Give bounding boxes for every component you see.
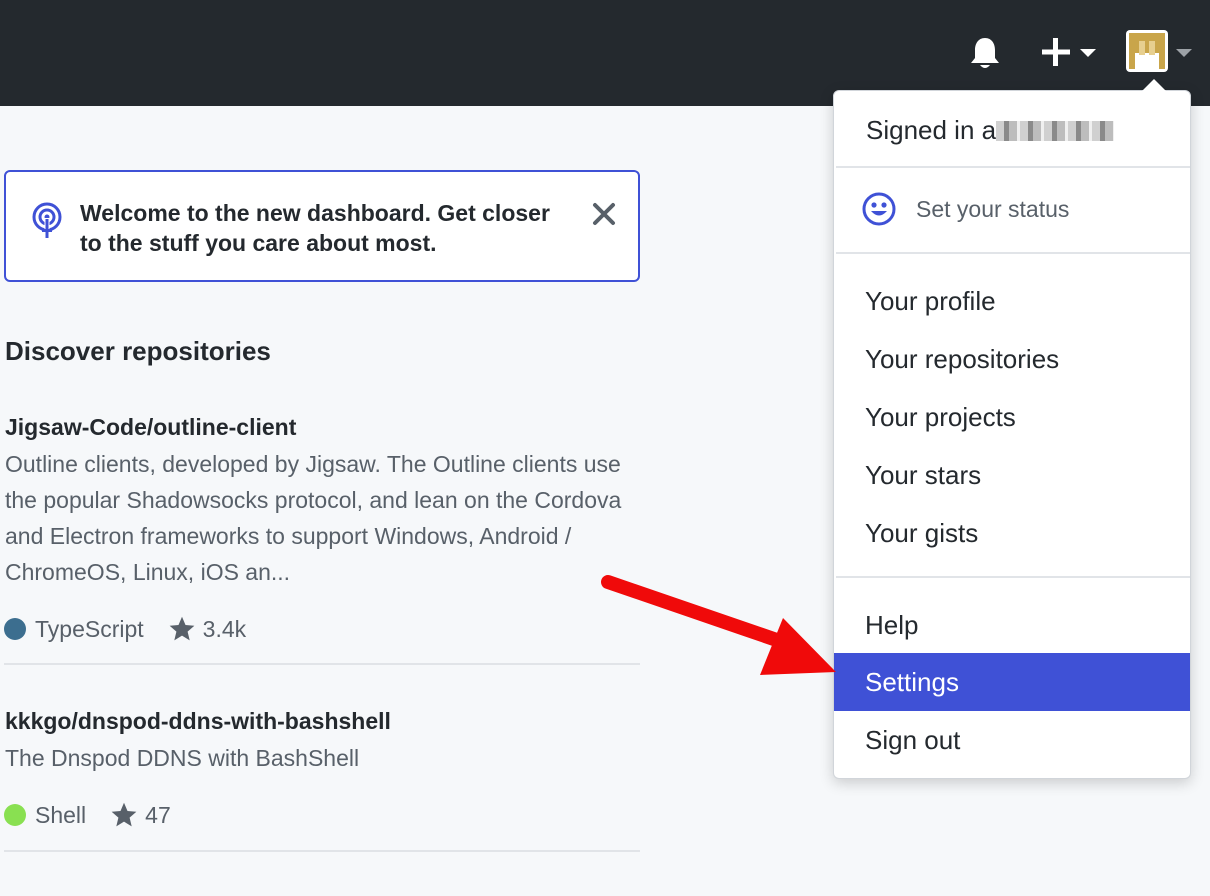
- set-status-label: Set your status: [916, 195, 1070, 222]
- star-icon: [169, 616, 195, 641]
- section-title: Discover repositories: [5, 336, 271, 366]
- avatar: [1126, 30, 1168, 72]
- menu-item-your-gists[interactable]: Your gists: [834, 504, 1190, 562]
- repo-description: The Dnspod DDNS with BashShell: [5, 745, 360, 771]
- menu-item-sign-out[interactable]: Sign out: [834, 711, 1190, 769]
- repo-link[interactable]: kkkgo/dnspod-ddns-with-bashshell: [5, 708, 391, 735]
- repo-meta: TypeScript 3.4k: [4, 614, 246, 644]
- menu-item-your-stars[interactable]: Your stars: [834, 446, 1190, 504]
- user-dropdown-menu: Signed in a Set your status Your profile…: [833, 90, 1191, 779]
- chevron-down-icon: [1080, 49, 1096, 57]
- redacted-username: [996, 121, 1115, 141]
- menu-item-your-projects[interactable]: Your projects: [834, 388, 1190, 446]
- annotation-arrow: [601, 575, 836, 675]
- repo-stars: 3.4k: [202, 615, 247, 642]
- user-menu-toggle[interactable]: [1126, 30, 1198, 72]
- divider: [4, 850, 640, 852]
- banner-message: Welcome to the new dashboard. Get closer…: [80, 200, 550, 256]
- repo-link[interactable]: Jigsaw-Code/outline-client: [5, 414, 296, 441]
- chevron-down-icon: [1176, 49, 1192, 57]
- star-icon: [111, 802, 137, 827]
- menu-item-your-repositories[interactable]: Your repositories: [834, 330, 1190, 388]
- set-status-button[interactable]: Set your status: [862, 189, 1162, 229]
- welcome-banner: Welcome to the new dashboard. Get closer…: [4, 170, 640, 282]
- dropdown-divider: [836, 576, 1190, 578]
- close-icon[interactable]: [590, 200, 618, 228]
- menu-item-settings[interactable]: Settings: [834, 653, 1190, 711]
- dropdown-divider: [836, 166, 1190, 168]
- bell-icon[interactable]: [966, 34, 1004, 72]
- divider: [4, 663, 640, 665]
- repo-description: Outline clients, developed by Jigsaw. Th…: [5, 451, 622, 585]
- repo-language: TypeScript: [35, 615, 144, 642]
- create-new-menu[interactable]: [1036, 32, 1100, 72]
- menu-item-your-profile[interactable]: Your profile: [834, 272, 1190, 330]
- repo-stars: 47: [145, 801, 171, 828]
- dropdown-pointer: [1142, 79, 1166, 91]
- broadcast-icon: [32, 202, 62, 238]
- dropdown-divider: [836, 252, 1190, 254]
- menu-item-help[interactable]: Help: [834, 596, 1190, 654]
- language-color-dot: [4, 618, 26, 640]
- signed-in-label: Signed in a: [866, 115, 1115, 146]
- language-color-dot: [4, 804, 26, 826]
- repo-meta: Shell 47: [4, 800, 171, 830]
- plus-icon: [1042, 38, 1070, 66]
- smiley-icon: [862, 192, 896, 226]
- signed-in-text: Signed in a: [866, 115, 997, 145]
- repo-language: Shell: [35, 801, 87, 828]
